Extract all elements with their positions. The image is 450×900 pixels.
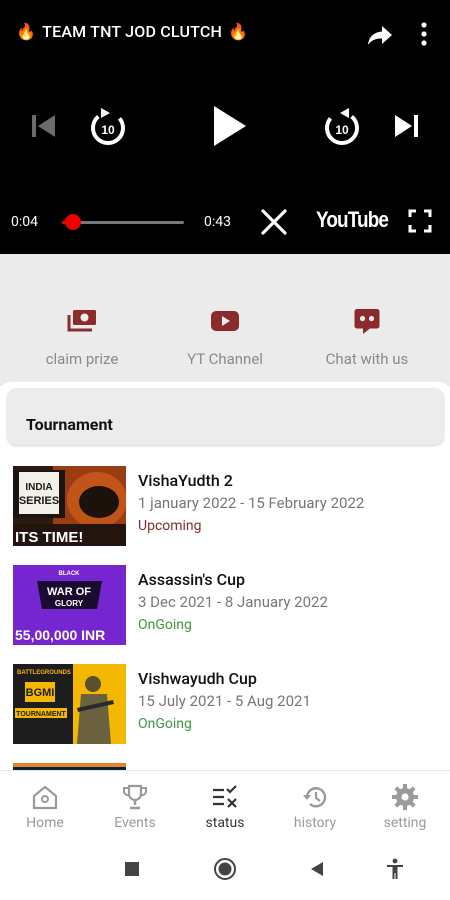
- nav-label: Home: [26, 815, 64, 831]
- tournament-dates: 3 Dec 2021 - 8 January 2022: [138, 593, 328, 611]
- forward-seconds-label: 10: [335, 123, 349, 137]
- next-icon[interactable]: [392, 110, 422, 142]
- tournament-thumbnail: INDIA SERIES ITS TIME!: [13, 466, 126, 546]
- tournament-panel: Tournament INDIA SERIES ITS TIME! VishaY…: [0, 382, 450, 770]
- gear-icon: [391, 783, 419, 811]
- tournament-thumbnail: BLACK WAR OF GLORY 55,00,000 INR: [13, 565, 126, 645]
- nav-home[interactable]: Home: [0, 771, 90, 841]
- seek-thumb[interactable]: [64, 214, 81, 230]
- flame-icon: 🔥: [16, 21, 37, 41]
- current-time: 0:04: [11, 214, 38, 230]
- tournament-name: Vishwayudh Cup: [138, 669, 257, 688]
- thumbnail-text: BLACK: [59, 571, 81, 577]
- tournament-status: OnGoing: [138, 716, 192, 732]
- tournament-dates: 1 january 2022 - 15 February 2022: [138, 494, 365, 512]
- play-icon[interactable]: [206, 102, 252, 150]
- chat-icon: [350, 306, 384, 336]
- tournament-item[interactable]: [13, 763, 443, 770]
- trophy-icon: [121, 783, 149, 811]
- nav-label: history: [293, 815, 337, 831]
- flame-icon: 🔥: [228, 21, 249, 41]
- section-title: Tournament: [26, 415, 113, 434]
- thumbnail-text: INDIA: [25, 482, 52, 493]
- money-icon: [65, 306, 99, 336]
- thumbnail-text: 55,00,000 INR: [15, 627, 105, 643]
- accessibility-icon[interactable]: [383, 857, 407, 881]
- yt-channel-label: YT Channel: [187, 350, 263, 368]
- home-button-icon[interactable]: [213, 857, 237, 881]
- tournament-item[interactable]: BLACK WAR OF GLORY 55,00,000 INR Assassi…: [13, 565, 443, 645]
- claim-prize-button[interactable]: claim prize: [7, 254, 157, 386]
- history-icon: [301, 783, 329, 811]
- back-icon[interactable]: [305, 857, 329, 881]
- recents-icon[interactable]: [120, 857, 144, 881]
- home-icon: [31, 783, 59, 811]
- video-title-text: TEAM TNT JOD CLUTCH: [42, 22, 223, 41]
- chat-with-us-label: Chat with us: [325, 350, 409, 368]
- thumbnail-text: GLORY: [55, 599, 84, 608]
- yt-channel-button[interactable]: YT Channel: [150, 254, 300, 386]
- tournament-item[interactable]: INDIA SERIES ITS TIME! VishaYudth 2 1 ja…: [13, 466, 443, 546]
- tournament-item[interactable]: BATTLEGROUNDS BGMI TOURNAMENT Vishwayudh…: [13, 664, 443, 744]
- thumbnail-text: SERIES: [19, 495, 59, 507]
- tournament-dates: 15 July 2021 - 5 Aug 2021: [138, 692, 311, 710]
- more-options-icon[interactable]: [414, 21, 434, 47]
- youtube-logo[interactable]: YouTube: [316, 207, 389, 233]
- thumbnail-text: BGMI: [26, 687, 55, 699]
- video-player[interactable]: 🔥 TEAM TNT JOD CLUTCH 🔥 10 10 0:04 0:43: [0, 0, 450, 254]
- section-header: Tournament: [7, 388, 444, 445]
- nav-label: status: [205, 815, 245, 831]
- chat-with-us-button[interactable]: Chat with us: [292, 254, 442, 386]
- tournament-status: Upcoming: [138, 518, 202, 534]
- tournament-name: Assassin's Cup: [138, 570, 245, 589]
- nav-history[interactable]: history: [270, 771, 360, 841]
- rewind-seconds-label: 10: [101, 123, 115, 137]
- share-icon[interactable]: [366, 22, 394, 48]
- nav-label: Events: [114, 815, 156, 831]
- nav-status[interactable]: status: [180, 771, 270, 841]
- tournament-name: VishaYudth 2: [138, 471, 233, 490]
- bottom-navigation: Home Events status history setting: [0, 770, 450, 840]
- tournament-status: OnGoing: [138, 617, 192, 633]
- thumbnail-text: ITS TIME!: [15, 529, 83, 546]
- close-icon[interactable]: [258, 206, 290, 238]
- claim-prize-label: claim prize: [45, 350, 119, 368]
- video-title: 🔥 TEAM TNT JOD CLUTCH 🔥: [16, 22, 248, 41]
- forward-10-icon[interactable]: 10: [322, 104, 362, 148]
- tournament-thumbnail: BATTLEGROUNDS BGMI TOURNAMENT: [13, 664, 126, 744]
- quick-actions: claim prize YT Channel Chat with us: [0, 254, 450, 386]
- tournament-thumbnail: [13, 763, 126, 770]
- duration: 0:43: [204, 214, 231, 230]
- nav-events[interactable]: Events: [90, 771, 180, 841]
- fullscreen-icon[interactable]: [408, 209, 432, 233]
- system-navigation-bar: [0, 840, 450, 900]
- youtube-icon: [208, 306, 242, 336]
- checklist-icon: [211, 783, 239, 811]
- rewind-10-icon[interactable]: 10: [88, 104, 128, 148]
- previous-icon[interactable]: [28, 110, 58, 142]
- thumbnail-text: TOURNAMENT: [16, 711, 66, 718]
- nav-label: setting: [383, 815, 427, 831]
- thumbnail-text: WAR OF: [47, 586, 91, 598]
- nav-setting[interactable]: setting: [360, 771, 450, 841]
- thumbnail-text: BATTLEGROUNDS: [17, 670, 71, 676]
